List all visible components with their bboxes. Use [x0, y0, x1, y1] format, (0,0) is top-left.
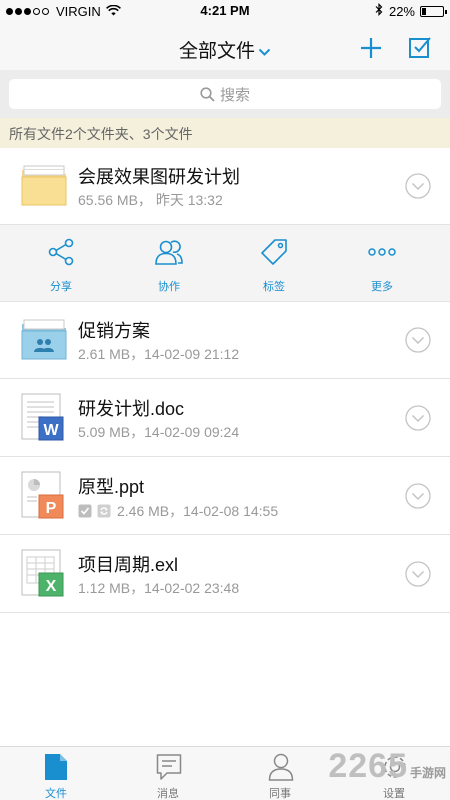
file-name: 会展效果图研发计划 — [78, 167, 240, 187]
chevron-down-icon[interactable] — [405, 561, 431, 587]
watermark: 2265 手游网 — [328, 747, 446, 786]
search-placeholder: 搜索 — [219, 86, 250, 104]
watermark-number: 2265 — [328, 747, 408, 785]
tab-files[interactable]: 文件 — [0, 747, 112, 800]
tab-label: 文件 — [45, 788, 67, 800]
more-button[interactable]: 更多 — [327, 225, 437, 302]
word-file-icon: W — [21, 392, 67, 442]
tag-button[interactable]: 标签 — [219, 225, 329, 302]
checkbox-icon — [78, 504, 92, 518]
battery-icon — [420, 5, 447, 17]
edit-select-icon[interactable] — [408, 35, 432, 59]
tab-label: 消息 — [157, 788, 179, 800]
more-icon — [368, 248, 396, 256]
message-icon — [156, 754, 182, 780]
file-row[interactable]: X 项目周期.exl 1.12 MB，14-02-02 23:48 — [0, 536, 450, 613]
action-label: 标签 — [263, 281, 285, 293]
add-icon[interactable] — [359, 36, 383, 60]
chevron-down-icon[interactable] — [405, 483, 431, 509]
chevron-down-icon[interactable] — [405, 173, 431, 199]
file-row[interactable]: 会展效果图研发计划 65.56 MB， 昨天 13:32 — [0, 148, 450, 225]
page-title: 全部文件 — [178, 41, 255, 62]
ppt-file-icon: P — [21, 470, 67, 520]
battery-percent: 22% — [388, 3, 415, 19]
chevron-down-icon[interactable] — [405, 405, 431, 431]
folder-icon — [21, 160, 67, 210]
svg-text:W: W — [43, 422, 59, 439]
search-input[interactable]: 搜索 — [9, 79, 441, 109]
status-bar: VIRGIN 4:21 PM 22% — [0, 0, 450, 22]
shared-folder-icon — [21, 314, 67, 364]
tab-label: 设置 — [383, 788, 405, 800]
file-row[interactable]: 促销方案 2.61 MB，14-02-09 21:12 — [0, 302, 450, 379]
file-name: 项目周期.exl — [78, 555, 179, 575]
action-label: 协作 — [158, 281, 180, 293]
tab-label: 同事 — [269, 788, 291, 800]
file-meta: 2.61 MB，14-02-09 21:12 — [78, 346, 240, 362]
file-name: 研发计划.doc — [78, 399, 185, 419]
search-icon — [200, 86, 215, 102]
file-icon — [45, 754, 67, 780]
battery-group: 22% — [375, 3, 447, 19]
file-meta: 2.46 MB，14-02-08 14:55 — [117, 503, 279, 519]
contacts-icon — [268, 753, 294, 781]
tab-colleagues[interactable]: 同事 — [224, 747, 336, 800]
file-meta: 1.12 MB，14-02-02 23:48 — [78, 580, 240, 596]
collaborate-icon — [155, 240, 183, 265]
file-summary: 所有文件2个文件夹、3个文件 — [0, 118, 450, 148]
action-label: 分享 — [50, 281, 72, 293]
share-icon — [48, 238, 74, 266]
bluetooth-icon — [375, 3, 383, 19]
share-button[interactable]: 分享 — [6, 225, 116, 302]
file-name: 原型.ppt — [78, 477, 145, 497]
file-row[interactable]: W 研发计划.doc 5.09 MB，14-02-09 09:24 — [0, 380, 450, 457]
watermark-text: 手游网 — [409, 766, 446, 780]
file-meta: 5.09 MB，14-02-09 09:24 — [78, 424, 240, 440]
file-name: 促销方案 — [78, 321, 150, 341]
file-row[interactable]: P 原型.ppt 2.46 MB，14-02-08 14:55 — [0, 458, 450, 535]
svg-text:P: P — [46, 500, 57, 517]
search-area: 搜索 — [0, 70, 450, 118]
action-label: 更多 — [371, 281, 393, 293]
file-meta-group: 2.46 MB，14-02-08 14:55 — [78, 501, 278, 521]
collaborate-button[interactable]: 协作 — [114, 225, 224, 302]
chevron-down-icon — [258, 41, 271, 63]
tab-messages[interactable]: 消息 — [112, 747, 224, 800]
tag-icon — [261, 239, 287, 265]
file-action-bar: 分享 协作 标签 更多 — [0, 225, 450, 302]
sync-icon — [97, 504, 111, 518]
svg-text:X: X — [46, 578, 57, 595]
file-meta: 65.56 MB， 昨天 13:32 — [78, 192, 223, 208]
nav-bar: 全部文件 — [0, 22, 450, 70]
excel-file-icon: X — [21, 548, 67, 598]
chevron-down-icon[interactable] — [405, 327, 431, 353]
